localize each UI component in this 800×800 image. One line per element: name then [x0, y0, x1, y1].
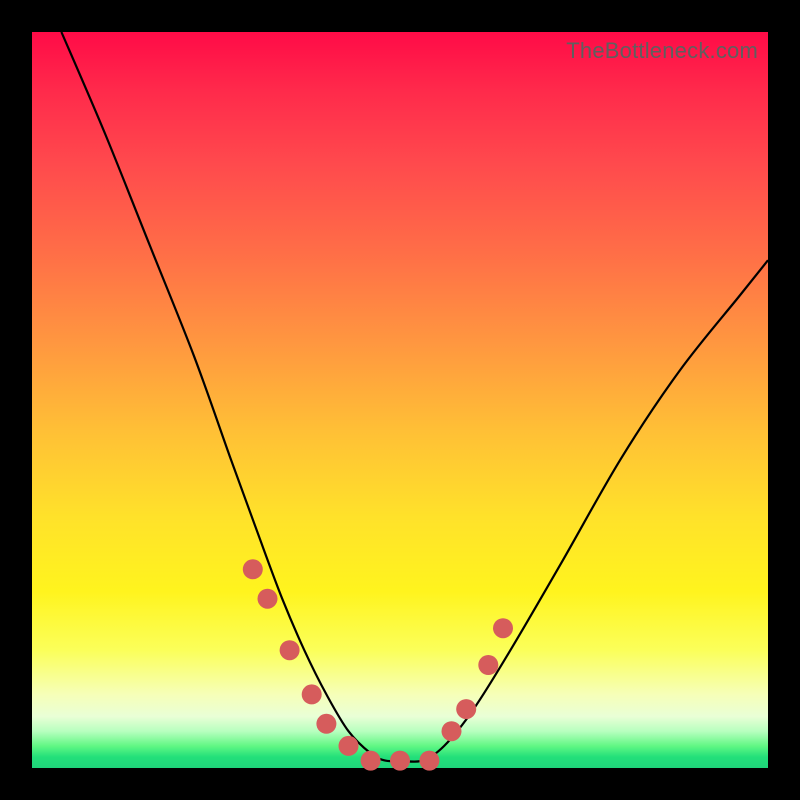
- markers-group: [243, 559, 513, 770]
- marker-dot: [280, 640, 300, 660]
- plot-area: TheBottleneck.com: [32, 32, 768, 768]
- marker-dot: [302, 684, 322, 704]
- bottleneck-curve-path: [61, 32, 768, 762]
- marker-dot: [316, 714, 336, 734]
- curve-layer: [32, 32, 768, 768]
- marker-dot: [419, 751, 439, 771]
- marker-dot: [478, 655, 498, 675]
- chart-stage: TheBottleneck.com: [0, 0, 800, 800]
- marker-dot: [243, 559, 263, 579]
- marker-dot: [258, 589, 278, 609]
- marker-dot: [456, 699, 476, 719]
- marker-dot: [361, 751, 381, 771]
- marker-dot: [390, 751, 410, 771]
- marker-dot: [442, 721, 462, 741]
- marker-dot: [493, 618, 513, 638]
- marker-dot: [339, 736, 359, 756]
